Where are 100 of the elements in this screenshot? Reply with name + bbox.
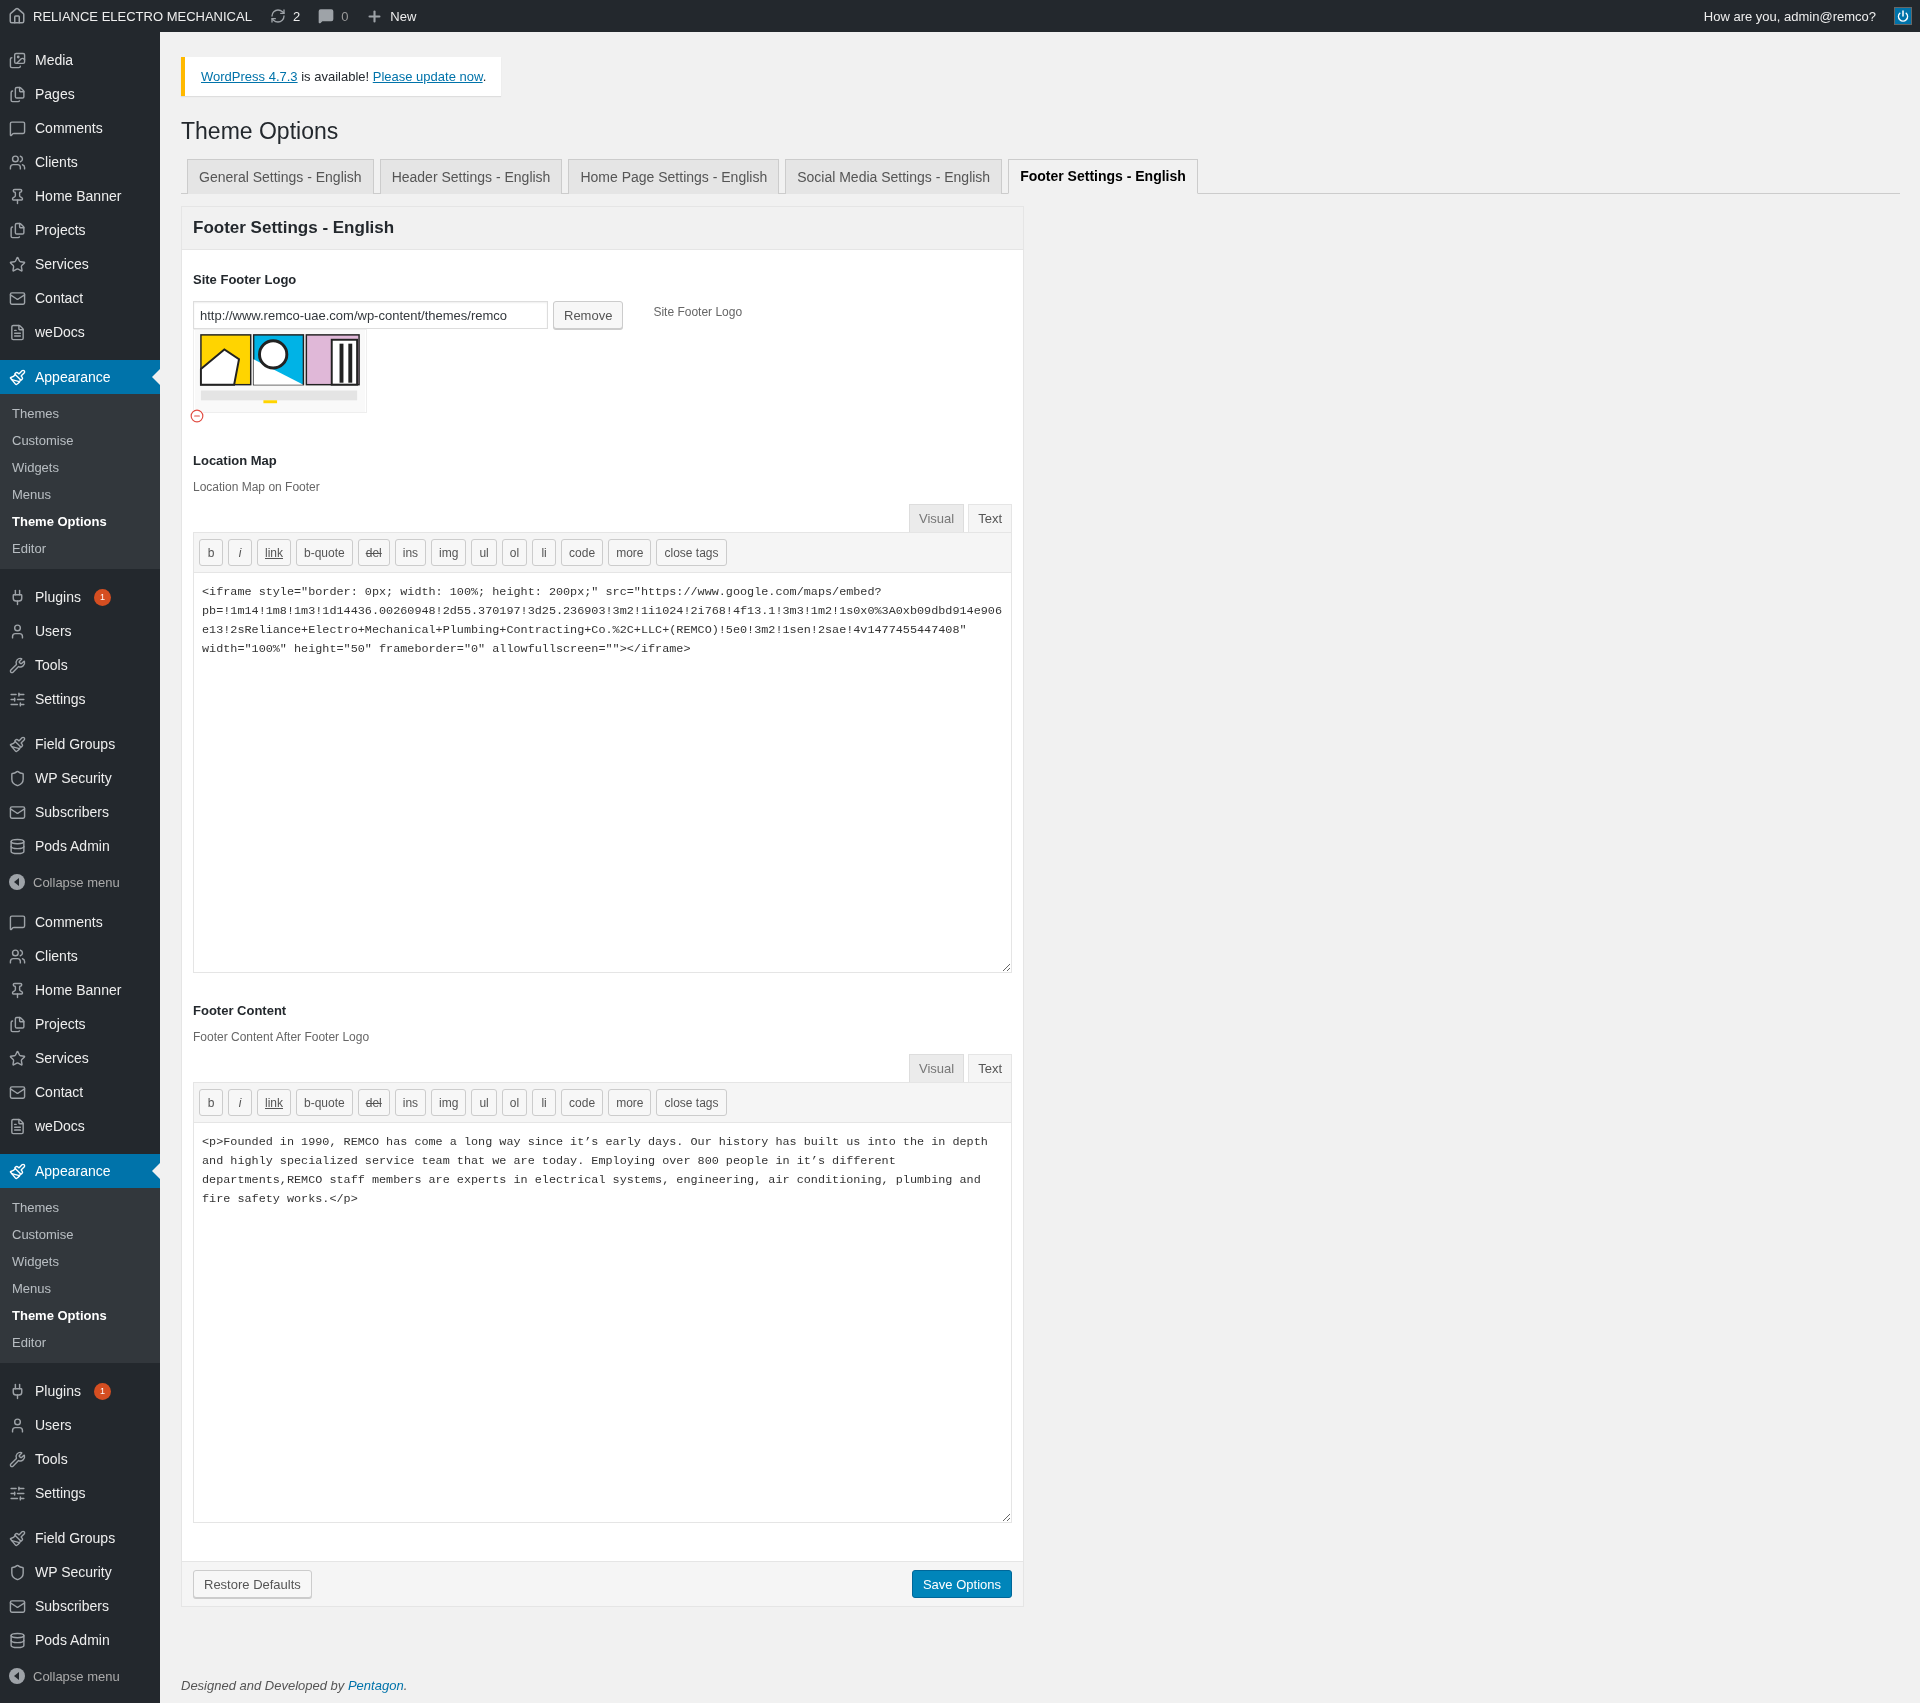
format-button[interactable]: link [257, 1089, 291, 1116]
submenu-item[interactable]: Themes [0, 400, 160, 427]
sidebar-item[interactable]: Pages [0, 77, 160, 111]
format-button[interactable]: i [228, 1089, 252, 1116]
editor-mode-tab[interactable]: Visual [908, 504, 965, 532]
sidebar-item[interactable]: Contact [0, 281, 160, 315]
format-button[interactable]: li [532, 539, 557, 566]
sidebar-item[interactable]: WP Security [0, 1555, 160, 1589]
submenu-item[interactable]: Widgets [0, 454, 160, 481]
sidebar-item[interactable]: weDocs [0, 315, 160, 349]
format-button[interactable]: link [257, 539, 291, 566]
sidebar-item[interactable]: Pods Admin [0, 829, 160, 863]
submenu-item[interactable]: Widgets [0, 1248, 160, 1275]
format-button[interactable]: close tags [656, 1089, 727, 1116]
version-link[interactable]: WordPress 4.7.3 [201, 69, 298, 84]
sidebar-item[interactable]: Services [0, 247, 160, 281]
format-button[interactable]: ul [471, 539, 497, 566]
collapse-icon [9, 874, 25, 890]
sidebar-item[interactable]: Settings [0, 1476, 160, 1510]
sidebar-item[interactable]: Home Banner [0, 973, 160, 1007]
editor-mode-tab[interactable]: Text [968, 1054, 1012, 1082]
sidebar-item[interactable]: weDocs [0, 1109, 160, 1143]
sidebar-item[interactable]: Pods Admin [0, 1623, 160, 1657]
submenu-item[interactable]: Theme Options [0, 508, 160, 535]
submenu-item[interactable]: Menus [0, 1275, 160, 1302]
comments-link[interactable]: 0 [318, 8, 349, 24]
format-button[interactable]: b [199, 1089, 223, 1116]
submenu-item[interactable]: Customise [0, 427, 160, 454]
sidebar-item[interactable]: Comments [0, 111, 160, 145]
sidebar-item[interactable]: Services [0, 1041, 160, 1075]
sidebar-item[interactable]: Plugins 1 [0, 1374, 160, 1408]
document-icon [9, 1117, 26, 1135]
sidebar-item[interactable]: Appearance [0, 1154, 160, 1188]
submenu-item[interactable]: Editor [0, 535, 160, 562]
format-button[interactable]: b [199, 539, 223, 566]
submenu-item[interactable]: Editor [0, 1329, 160, 1356]
sidebar-item[interactable]: Tools [0, 1442, 160, 1476]
submenu-item[interactable]: Customise [0, 1221, 160, 1248]
format-button[interactable]: b-quote [296, 539, 353, 566]
sidebar-item[interactable]: Projects [0, 1007, 160, 1041]
update-link[interactable]: Please update now [372, 69, 483, 84]
submenu-item[interactable]: Menus [0, 481, 160, 508]
settings-tab[interactable]: Header Settings - English [379, 159, 563, 194]
updates-link[interactable]: 2 [269, 8, 301, 24]
sidebar-item[interactable]: Clients [0, 145, 160, 179]
sidebar-item[interactable]: Comments [0, 905, 160, 939]
format-button[interactable]: ul [471, 1089, 497, 1116]
code-editor-field[interactable]: <iframe style="border: 0px; width: 100%; height: 200px;" src="https://www.google.com/maps/embed?pb=!1m14!1m8!1m3!1d14436.00260948!2d55.370197!3d25.236903!3m2!1i1024!2i768!4f13.1!3m3!1m2!1s0x0%3A0xb09dbd914e906e13!2sReliance+Electro+Mechanical+Plumbing+Contracting+Co.%2C+LLC+(REMCO)!5e0!3m2!1sen!2sae!4v1477455447408" width="100%" height="50" frameborder="0" allowfullscreen=""></iframe> [193, 573, 1012, 973]
sidebar-item[interactable]: Appearance [0, 360, 160, 394]
sidebar-item[interactable]: Contact [0, 1075, 160, 1109]
editor-mode-tab[interactable]: Text [968, 504, 1012, 532]
format-button[interactable]: close tags [656, 539, 727, 566]
format-button[interactable]: more [608, 539, 652, 566]
restore-defaults-button[interactable]: Restore Defaults [193, 1570, 312, 1598]
editor-mode-tab[interactable]: Visual [908, 1054, 965, 1082]
format-button[interactable]: code [561, 1089, 604, 1116]
collapse-menu-button[interactable]: Collapse menu [0, 1659, 160, 1693]
format-button[interactable]: ins [394, 1089, 427, 1116]
sidebar-item[interactable]: Users [0, 1408, 160, 1442]
sidebar-item[interactable]: Subscribers [0, 1589, 160, 1623]
format-button[interactable]: ol [501, 539, 528, 566]
sidebar-item[interactable]: Users [0, 614, 160, 648]
sidebar-item[interactable]: Settings [0, 682, 160, 716]
site-name-link[interactable]: RELIANCE ELECTRO MECHANICAL [8, 7, 252, 25]
new-link[interactable]: New [366, 7, 417, 25]
format-button[interactable]: ol [501, 1089, 528, 1116]
sidebar-item[interactable]: Media [0, 43, 160, 77]
settings-tab[interactable]: Footer Settings - English [1008, 159, 1198, 194]
format-button[interactable]: del [357, 1089, 390, 1116]
sidebar-item[interactable]: Field Groups [0, 1521, 160, 1555]
format-button[interactable]: more [608, 1089, 652, 1116]
remove-button[interactable]: Remove [553, 301, 624, 329]
sidebar-item[interactable]: Subscribers [0, 795, 160, 829]
settings-tab[interactable]: Social Media Settings - English [785, 159, 1003, 194]
code-editor-field[interactable]: <p>Founded in 1990, REMCO has come a long way since it’s early days. Our history has built us into the in depth and highly specialized service team that we are today. Employing over 800 people in it’s different departments,REMCO staff members are experts in electrical systems, engineering, air conditioning, plumbing and fire safety works.</p> [193, 1123, 1012, 1523]
format-button[interactable]: img [431, 1089, 467, 1116]
format-button[interactable]: del [357, 539, 390, 566]
format-button[interactable]: li [532, 1089, 557, 1116]
pentagon-link[interactable]: Pentagon [347, 1678, 404, 1693]
settings-tab[interactable]: General Settings - English [187, 159, 374, 194]
remove-icon[interactable] [190, 409, 204, 423]
settings-tab[interactable]: Home Page Settings - English [568, 159, 780, 194]
collapse-menu-button[interactable]: Collapse menu [0, 865, 160, 899]
submenu-item[interactable]: Themes [0, 1194, 160, 1221]
sidebar-item[interactable]: Plugins 1 [0, 580, 160, 614]
power-icon[interactable] [1894, 7, 1912, 25]
sidebar-item[interactable]: WP Security [0, 761, 160, 795]
sidebar-item[interactable]: Field Groups [0, 727, 160, 761]
format-button[interactable]: ins [394, 539, 427, 566]
url-input-field[interactable]: http://www.remco-uae.com/wp-content/themes/remco [193, 301, 548, 329]
format-button[interactable]: b-quote [296, 1089, 353, 1116]
submenu-item[interactable]: Theme Options [0, 1302, 160, 1329]
format-button[interactable]: code [561, 539, 604, 566]
format-button[interactable]: img [431, 539, 467, 566]
sidebar-item[interactable]: Home Banner [0, 179, 160, 213]
sidebar-item[interactable]: Clients [0, 939, 160, 973]
sidebar-item[interactable]: Projects [0, 213, 160, 247]
format-button[interactable]: i [228, 539, 252, 566]
sidebar-item[interactable]: Tools [0, 648, 160, 682]
save-options-button[interactable]: Save Options [911, 1570, 1012, 1598]
